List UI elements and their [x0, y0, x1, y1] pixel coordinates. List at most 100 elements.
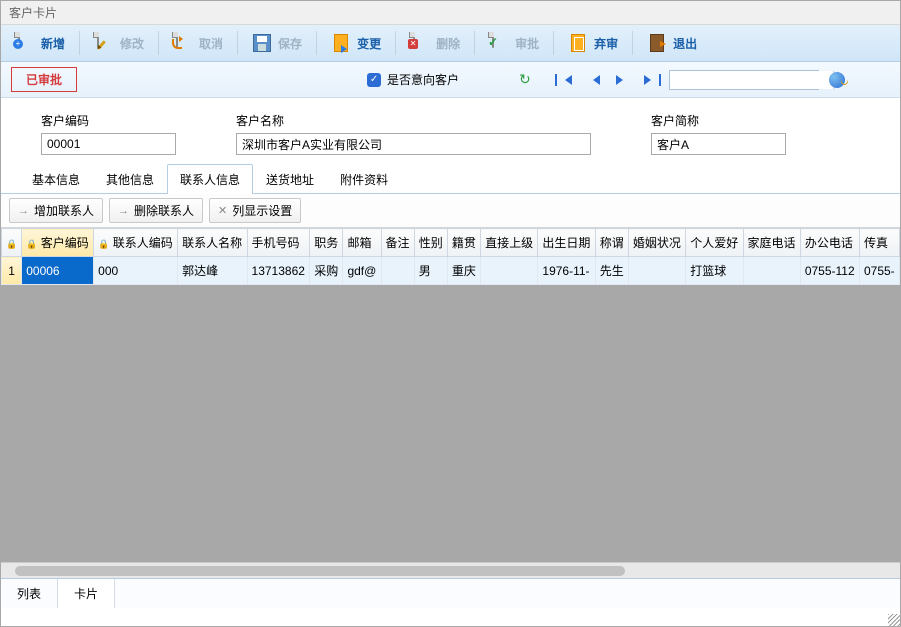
button-label: 审批 [515, 35, 539, 52]
column-header[interactable]: 称谓 [595, 229, 628, 257]
field-label: 客户名称 [236, 112, 591, 129]
checkbox-label: 是否意向客户 [387, 71, 459, 88]
column-header[interactable]: 🔒 [2, 229, 22, 257]
column-header[interactable]: 家庭电话 [743, 229, 800, 257]
column-header[interactable]: 传真 [859, 229, 899, 257]
contacts-grid[interactable]: 🔒🔒 客户编码🔒 联系人编码联系人名称手机号码职务邮箱备注性别籍贯直接上级出生日… [1, 228, 900, 285]
abandon-button[interactable]: 弃审 [560, 29, 626, 57]
button-label: 保存 [278, 35, 302, 52]
contacts-grid-area: 🔒🔒 客户编码🔒 联系人编码联系人名称手机号码职务邮箱备注性别籍贯直接上级出生日… [1, 228, 900, 578]
cell[interactable]: 00006 [22, 257, 94, 285]
cell[interactable]: 0755- [859, 257, 899, 285]
approve-button: ✓审批 [481, 29, 547, 57]
lock-icon: 🔒 [26, 239, 37, 249]
abandon-icon [571, 34, 585, 52]
horizontal-scrollbar[interactable] [1, 562, 900, 578]
change-button[interactable]: 变更 [323, 29, 389, 57]
cell[interactable]: 打篮球 [686, 257, 743, 285]
edit-icon [94, 33, 114, 53]
table-row[interactable]: 100006000郭达峰13713862采购gdf@ 男重庆 1976-11-先生 打… [2, 257, 900, 285]
tab-1[interactable]: 其他信息 [93, 164, 167, 194]
contacts-sub-toolbar: →增加联系人→删除联系人✕列显示设置 [1, 194, 900, 228]
tab-4[interactable]: 附件资料 [327, 164, 401, 194]
cell[interactable]: 先生 [595, 257, 628, 285]
prev-icon [588, 75, 600, 85]
bottom-tab-1[interactable]: 卡片 [58, 579, 115, 608]
delete-contact-button[interactable]: → 删除联系人 [109, 198, 203, 223]
cell[interactable]: 1 [2, 257, 22, 285]
tool-icon: → [118, 205, 129, 217]
exit-icon [650, 34, 664, 52]
header-form: 客户编码 客户名称 客户简称 [1, 98, 900, 163]
column-header[interactable]: 婚姻状况 [628, 229, 685, 257]
column-header[interactable]: 邮箱 [343, 229, 381, 257]
check-icon: ✓ [367, 73, 381, 87]
nav-last-button[interactable] [641, 71, 659, 89]
cell[interactable]: 000 [94, 257, 178, 285]
cell[interactable]: 1976-11- [538, 257, 595, 285]
customer-code-input[interactable] [41, 133, 176, 155]
nav-prev-button[interactable] [585, 71, 603, 89]
cell[interactable]: gdf@ [343, 257, 381, 285]
column-header[interactable]: 职务 [310, 229, 343, 257]
nav-next-button[interactable] [613, 71, 631, 89]
search-input[interactable] [670, 71, 833, 89]
approval-badge: 已审批 [11, 67, 77, 92]
nav-first-button[interactable] [557, 71, 575, 89]
button-label: 删除联系人 [134, 202, 194, 219]
cell[interactable] [628, 257, 685, 285]
button-label: 删除 [436, 35, 460, 52]
exit-button[interactable]: 退出 [639, 29, 705, 57]
main-toolbar: +新增 修改 取消 保存 变更 ✕ 删除 ✓审批 弃审 退出 [1, 25, 900, 62]
cell[interactable]: 采购 [310, 257, 343, 285]
button-label: 弃审 [594, 35, 618, 52]
column-settings-button[interactable]: ✕列显示设置 [209, 198, 301, 223]
column-header[interactable]: 办公电话 [800, 229, 859, 257]
last-icon [644, 75, 656, 85]
column-header[interactable]: 联系人名称 [178, 229, 247, 257]
change-icon [334, 34, 348, 52]
tab-2[interactable]: 联系人信息 [167, 164, 253, 194]
refresh-icon[interactable]: ↻ [519, 71, 531, 88]
customer-short-input[interactable] [651, 133, 786, 155]
tab-3[interactable]: 送货地址 [253, 164, 327, 194]
tab-0[interactable]: 基本信息 [19, 164, 93, 194]
lock-icon: 🔒 [98, 239, 109, 249]
intent-customer-checkbox[interactable]: ✓ 是否意向客户 [367, 71, 459, 88]
globe-search-icon[interactable] [829, 72, 845, 88]
window-title: 客户卡片 [9, 6, 57, 20]
new-button[interactable]: +新增 [7, 29, 73, 57]
button-label: 列显示设置 [232, 202, 292, 219]
cell[interactable]: 重庆 [447, 257, 480, 285]
column-header[interactable]: 直接上级 [481, 229, 538, 257]
save-icon [253, 34, 271, 52]
cell[interactable]: 男 [414, 257, 447, 285]
cell[interactable] [481, 257, 538, 285]
column-header[interactable]: 备注 [381, 229, 414, 257]
customer-name-field: 客户名称 [236, 112, 591, 155]
bottom-tab-0[interactable]: 列表 [1, 579, 58, 608]
next-icon [616, 75, 628, 85]
column-header[interactable]: 出生日期 [538, 229, 595, 257]
cell[interactable]: 0755-112 [800, 257, 859, 285]
column-header[interactable]: 🔒 客户编码 [22, 229, 94, 257]
column-header[interactable]: 个人爱好 [686, 229, 743, 257]
button-label: 修改 [120, 35, 144, 52]
column-header[interactable]: 性别 [414, 229, 447, 257]
cell[interactable] [743, 257, 800, 285]
search-box[interactable]: ▾ [669, 70, 819, 90]
column-header[interactable]: 籍贯 [447, 229, 480, 257]
button-label: 取消 [199, 35, 223, 52]
resize-grip-icon[interactable] [888, 614, 900, 626]
del-icon: ✕ [410, 33, 430, 53]
add-contact-button[interactable]: →增加联系人 [9, 198, 103, 223]
customer-name-input[interactable] [236, 133, 591, 155]
column-header[interactable]: 🔒 联系人编码 [94, 229, 178, 257]
column-header[interactable]: 手机号码 [247, 229, 310, 257]
button-label: 新增 [41, 35, 65, 52]
cell[interactable] [381, 257, 414, 285]
cell[interactable]: 13713862 [247, 257, 310, 285]
tool-icon: → [18, 205, 29, 217]
scrollbar-thumb[interactable] [15, 566, 625, 576]
cell[interactable]: 郭达峰 [178, 257, 247, 285]
